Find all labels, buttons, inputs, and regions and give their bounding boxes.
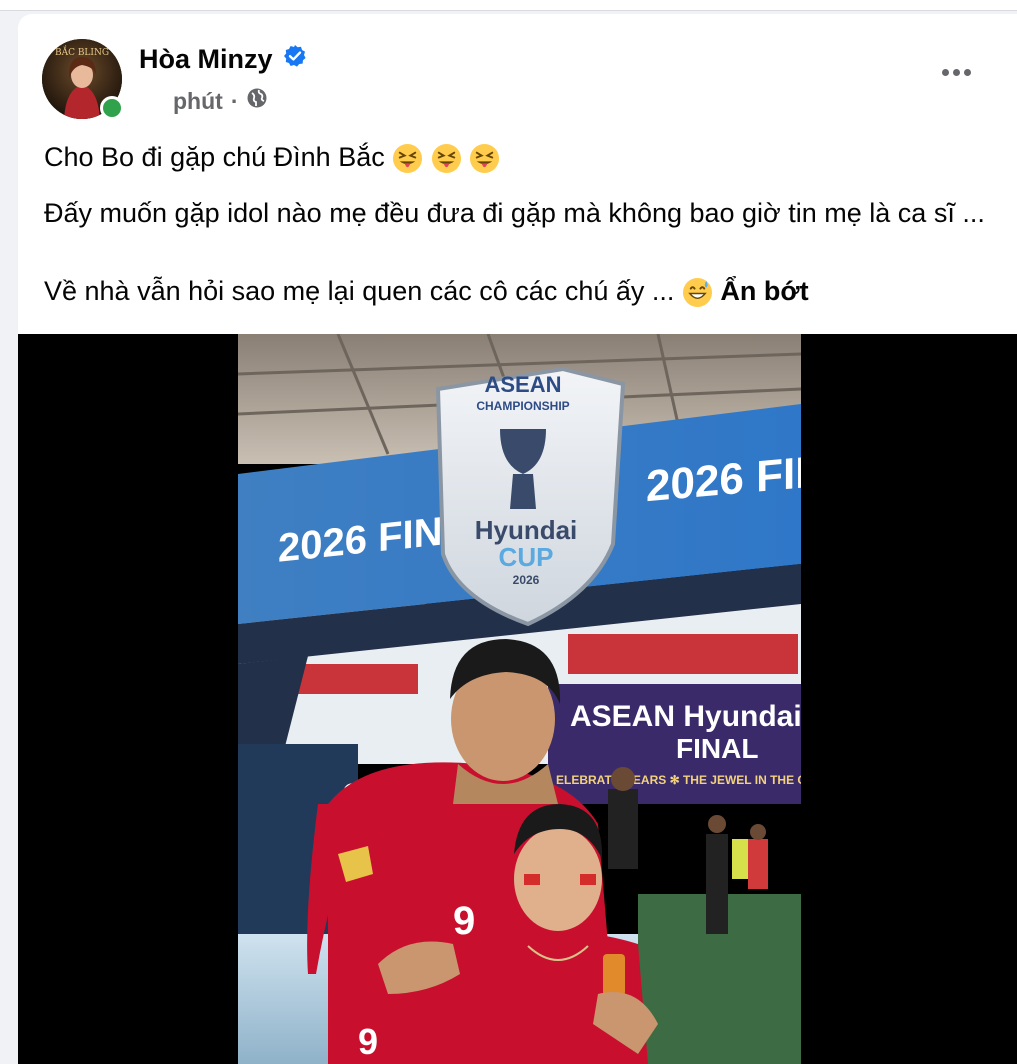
globe-icon[interactable] bbox=[246, 87, 268, 115]
verified-badge-icon bbox=[283, 44, 307, 75]
post-photo-frame[interactable]: 2026 FINAL 2026 FIN ASEAN CHAMPIONSHIP H… bbox=[18, 333, 1017, 1064]
top-divider bbox=[0, 0, 1017, 11]
post-text-1: Cho Bo đi gặp chú Đình Bắc bbox=[44, 142, 385, 172]
online-status-dot bbox=[100, 96, 124, 120]
squinting-tongue-emoji bbox=[393, 144, 423, 174]
post-text-2: Đấy muốn gặp idol nào mẹ đều đưa đi gặp … bbox=[44, 198, 985, 228]
post-text-line3: Về nhà vẫn hỏi sao mẹ lại quen các cô cá… bbox=[44, 272, 994, 310]
post-meta: phút · bbox=[139, 87, 268, 115]
jersey-number: 9 bbox=[453, 899, 475, 943]
meta-separator: · bbox=[230, 87, 239, 114]
board-line1-text: ASEAN Hyundai bbox=[570, 700, 801, 733]
squinting-tongue-emoji bbox=[431, 144, 461, 174]
more-options-icon[interactable] bbox=[936, 60, 976, 84]
shield-top-text: ASEAN bbox=[484, 372, 561, 397]
shield-year-text: 2026 bbox=[513, 573, 540, 587]
post-text-3: Về nhà vẫn hỏi sao mẹ lại quen các cô cá… bbox=[44, 276, 675, 306]
post-author-row: Hòa Minzy bbox=[139, 44, 307, 75]
shield-brand-text: Hyundai bbox=[475, 515, 578, 545]
grinning-sweat-emoji bbox=[682, 278, 712, 308]
post-card: BẮC BLING Hòa Minzy phút · Cho Bo đi gặp… bbox=[18, 14, 1017, 1064]
post-time[interactable]: phút bbox=[173, 88, 223, 115]
shorts-number: 9 bbox=[358, 1021, 378, 1062]
see-less-link[interactable]: Ẩn bớt bbox=[720, 276, 808, 306]
author-name[interactable]: Hòa Minzy bbox=[139, 44, 273, 75]
board-line3-text: ELEBRAT 0 YEARS ✻ THE JEWEL IN THE CROW bbox=[556, 773, 801, 787]
post-photo[interactable]: 2026 FINAL 2026 FIN ASEAN CHAMPIONSHIP H… bbox=[237, 333, 836, 1064]
shield-cup-text: CUP bbox=[499, 542, 554, 572]
squinting-tongue-emoji bbox=[470, 144, 500, 174]
post-text-line1: Cho Bo đi gặp chú Đình Bắc bbox=[44, 138, 994, 176]
shield-sub-text: CHAMPIONSHIP bbox=[476, 399, 569, 413]
board-line2-text: FINAL bbox=[676, 733, 758, 764]
